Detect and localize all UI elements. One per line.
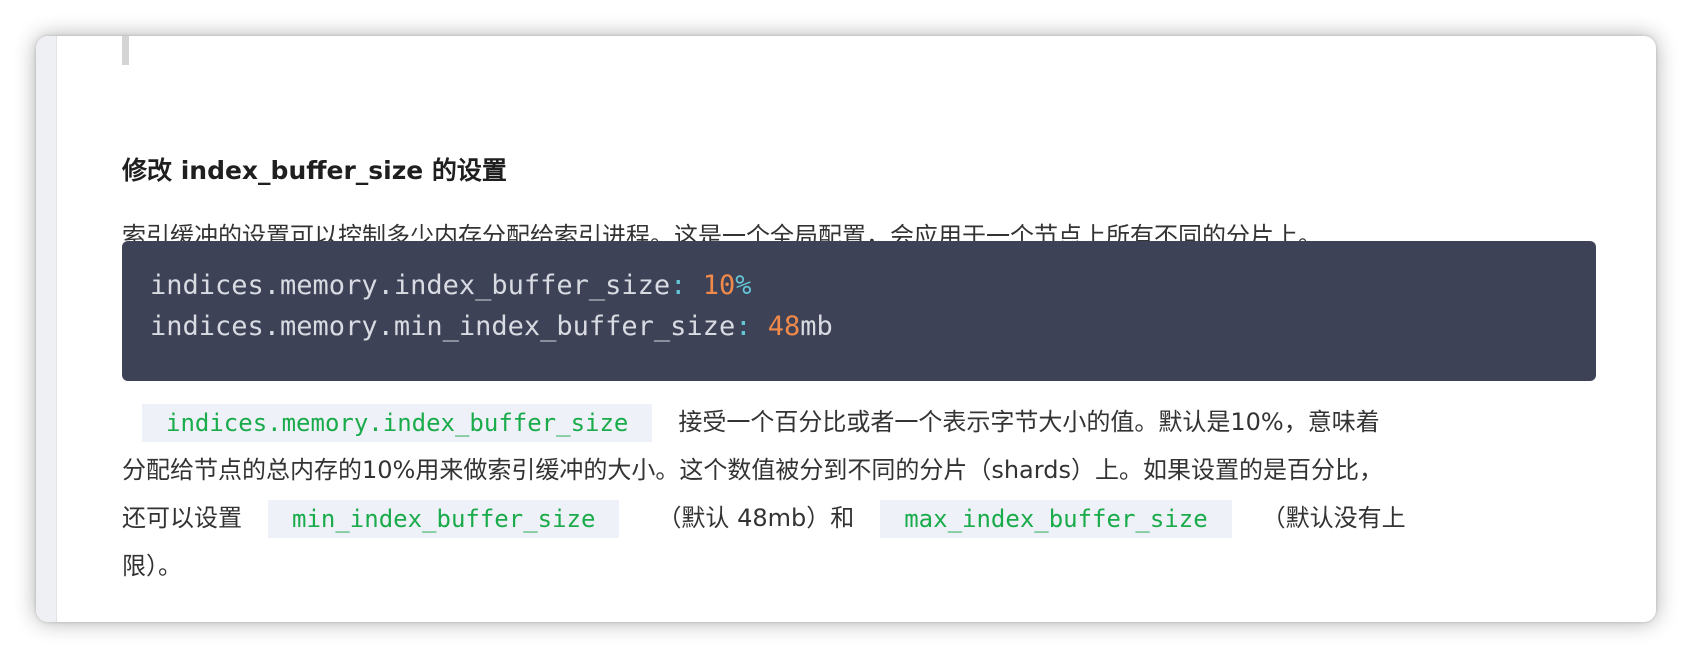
left-rail <box>36 36 57 622</box>
explanation-text: （默认 48mb）和 <box>657 504 855 532</box>
code-unit: mb <box>800 311 833 342</box>
code-number: 48 <box>767 311 801 342</box>
explanation-text: 接受一个百分比或者一个表示字节大小的值。默认是10%，意味着 <box>678 408 1380 436</box>
document-window: 修改 index_buffer_size 的设置 索引缓冲的设置可以控制多少内存… <box>36 36 1656 622</box>
code-colon: : <box>735 311 752 342</box>
explanation-paragraph: indices.memory.index_buffer_size 接受一个百分比或… <box>122 398 1602 590</box>
inline-code-max-index-buffer-size: max_index_buffer_size <box>880 500 1232 538</box>
code-line-1: indices.memory.index_buffer_size: 10% <box>150 266 751 306</box>
explanation-line-3: 还可以设置 min_index_buffer_size （默认 48mb）和 max_… <box>122 494 1602 542</box>
code-unit: % <box>735 270 752 301</box>
section-heading: 修改 index_buffer_size 的设置 <box>122 156 507 185</box>
blockquote-bar <box>122 36 129 65</box>
explanation-text: （默认没有上 <box>1261 504 1406 532</box>
code-line-2: indices.memory.min_index_buffer_size: 48… <box>150 307 833 347</box>
inline-code-min-index-buffer-size: min_index_buffer_size <box>268 500 620 538</box>
code-block[interactable]: indices.memory.index_buffer_size: 10% in… <box>122 241 1596 381</box>
code-key: indices.memory.index_buffer_size <box>150 270 671 301</box>
inline-code-index-buffer-size: indices.memory.index_buffer_size <box>142 404 653 442</box>
explanation-line-4: 限）。 <box>122 552 182 580</box>
explanation-text: 还可以设置 <box>122 504 242 532</box>
explanation-line-2: 分配给节点的总内存的10%用来做索引缓冲的大小。这个数值被分到不同的分片（sha… <box>122 456 1383 484</box>
code-colon: : <box>670 270 687 301</box>
explanation-line-1: indices.memory.index_buffer_size 接受一个百分比或… <box>122 398 1602 446</box>
code-key: indices.memory.min_index_buffer_size <box>150 311 736 342</box>
code-number: 10 <box>702 270 736 301</box>
